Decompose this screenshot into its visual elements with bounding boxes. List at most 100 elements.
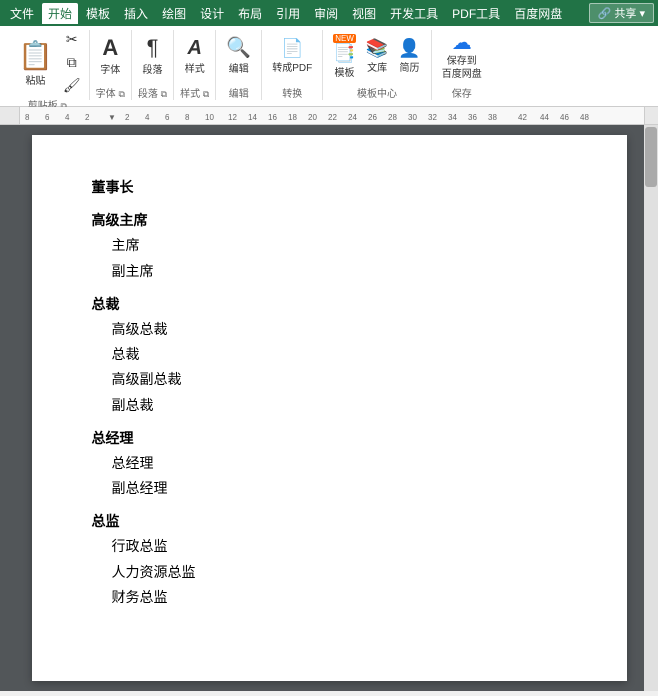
pdf-label: 转成PDF — [272, 59, 312, 74]
ruler-mark-4: 4 — [145, 113, 149, 122]
convert-buttons: 📄 转成PDF — [268, 30, 316, 83]
ruler-mark-neg6: 6 — [45, 113, 49, 122]
document-page[interactable]: 董事长 高级主席 主席 副主席 总裁 高级总裁 总裁 高级副总裁 副总裁 总经理… — [32, 135, 627, 681]
document-content: 董事长 高级主席 主席 副主席 总裁 高级总裁 总裁 高级副总裁 副总裁 总经理… — [92, 175, 567, 610]
share-button[interactable]: 🔗 共享 ▾ — [589, 3, 654, 23]
paragraph-group-label: 段落 ⧉ — [138, 85, 167, 100]
template-label: 模板 — [335, 64, 355, 79]
paste-button[interactable]: 📋 粘贴 — [12, 35, 59, 91]
menu-devtools[interactable]: 开发工具 — [384, 3, 444, 24]
menu-home[interactable]: 开始 — [42, 3, 78, 24]
format-painter-button[interactable]: 🖌 — [61, 76, 83, 95]
paragraph-icon: ¶ — [147, 37, 159, 59]
font-icon: A — [102, 37, 118, 59]
ruler-right — [644, 107, 658, 124]
item-vp: 副总裁 — [92, 393, 567, 418]
item-gm: 总经理 — [92, 451, 567, 476]
ruler-mark-22: 22 — [328, 113, 337, 122]
menu-review[interactable]: 审阅 — [308, 3, 344, 24]
template-button[interactable]: NEW 📑 模板 — [329, 31, 360, 83]
style-button[interactable]: A 样式 — [181, 31, 209, 83]
item-finance-supervisor: 财务总监 — [92, 585, 567, 610]
heading-gm: 总经理 — [92, 426, 567, 451]
menu-baidu[interactable]: 百度网盘 — [508, 3, 568, 24]
save-cloud-button[interactable]: ☁ 保存到百度网盘 — [438, 31, 486, 83]
menu-bar: 文件 开始 模板 插入 绘图 设计 布局 引用 审阅 视图 开发工具 PDF工具… — [0, 0, 658, 26]
menu-view[interactable]: 视图 — [346, 3, 382, 24]
paragraph-group: ¶ 段落 段落 ⧉ — [132, 30, 174, 100]
heading-chairman: 董事长 — [92, 175, 567, 200]
template-buttons: NEW 📑 模板 📚 文库 👤 简历 — [329, 30, 425, 83]
ruler-mark-42: 42 — [518, 113, 527, 122]
ruler-mark-neg2: 2 — [85, 113, 89, 122]
ruler-mark-neg8: 8 — [25, 113, 29, 122]
item-president: 总裁 — [92, 342, 567, 367]
heading-supervisor: 总监 — [92, 509, 567, 534]
ruler-mark-2: 2 — [125, 113, 129, 122]
ruler: 8 6 4 2 ▼ 2 4 6 8 10 12 14 16 18 20 22 2… — [0, 107, 658, 125]
document-area[interactable]: 董事长 高级主席 主席 副主席 总裁 高级总裁 总裁 高级副总裁 副总裁 总经理… — [0, 125, 658, 691]
ruler-mark-34: 34 — [448, 113, 457, 122]
ruler-scale: 8 6 4 2 ▼ 2 4 6 8 10 12 14 16 18 20 22 2… — [20, 107, 644, 124]
save-group-label: 保存 — [452, 85, 472, 100]
font-button[interactable]: A 字体 — [96, 31, 124, 83]
item-deputy-gm: 副总经理 — [92, 476, 567, 501]
style-group-label: 样式 ⧉ — [180, 85, 209, 100]
menu-file[interactable]: 文件 — [4, 3, 40, 24]
edit-buttons: 🔍 编辑 — [222, 30, 255, 83]
ruler-mark-16: 16 — [268, 113, 277, 122]
style-buttons: A 样式 — [181, 30, 209, 83]
item-admin-supervisor: 行政总监 — [92, 534, 567, 559]
menu-template[interactable]: 模板 — [80, 3, 116, 24]
template-group: NEW 📑 模板 📚 文库 👤 简历 模板中心 — [323, 30, 432, 100]
cut-button[interactable]: ✂ — [61, 30, 83, 49]
convert-group-label: 转换 — [282, 85, 302, 100]
ruler-mark-8: 8 — [185, 113, 189, 122]
convert-group: 📄 转成PDF 转换 — [262, 30, 323, 100]
menu-insert[interactable]: 插入 — [118, 3, 154, 24]
font-buttons: A 字体 — [96, 30, 124, 83]
edit-group-label: 编辑 — [229, 85, 249, 100]
save-cloud-icon: ☁ — [452, 33, 472, 53]
ruler-mark-neg4: 4 — [65, 113, 69, 122]
save-group: ☁ 保存到百度网盘 保存 — [432, 30, 492, 100]
ruler-mark-46: 46 — [560, 113, 569, 122]
ruler-corner — [0, 107, 20, 124]
ruler-mark-12: 12 — [228, 113, 237, 122]
library-icon: 📚 — [366, 39, 388, 57]
item-chairman: 主席 — [92, 233, 567, 258]
library-button[interactable]: 📚 文库 — [362, 31, 392, 83]
template-icon: 📑 — [333, 44, 355, 62]
to-pdf-button[interactable]: 📄 转成PDF — [268, 31, 316, 83]
pdf-icon: 📄 — [281, 39, 303, 57]
scroll-thumb[interactable] — [645, 127, 657, 187]
menu-pdf[interactable]: PDF工具 — [446, 3, 506, 24]
copy-button[interactable]: ⧉ — [61, 53, 83, 72]
ruler-mark-26: 26 — [368, 113, 377, 122]
menu-draw[interactable]: 绘图 — [156, 3, 192, 24]
ruler-mark-20: 20 — [308, 113, 317, 122]
clipboard-group: 📋 粘贴 ✂ ⧉ 🖌 剪贴板 ⧉ — [6, 30, 90, 100]
ruler-mark-38: 38 — [488, 113, 497, 122]
menu-design[interactable]: 设计 — [194, 3, 230, 24]
save-cloud-label: 保存到百度网盘 — [442, 55, 482, 81]
style-label: 样式 — [185, 60, 205, 75]
library-label: 文库 — [367, 59, 387, 74]
cut-icon: ✂ — [66, 31, 78, 48]
menu-reference[interactable]: 引用 — [270, 3, 306, 24]
clipboard-buttons: 📋 粘贴 ✂ ⧉ 🖌 — [12, 30, 83, 95]
edit-button[interactable]: 🔍 编辑 — [222, 31, 255, 83]
ruler-mark-30: 30 — [408, 113, 417, 122]
paste-label: 粘贴 — [25, 72, 45, 87]
paragraph-button[interactable]: ¶ 段落 — [138, 31, 166, 83]
resume-button[interactable]: 👤 简历 — [394, 31, 424, 83]
menu-layout[interactable]: 布局 — [232, 3, 268, 24]
item-vice-chairman: 副主席 — [92, 259, 567, 284]
scrollbar[interactable] — [644, 125, 658, 691]
toolbar-area: 📋 粘贴 ✂ ⧉ 🖌 剪贴板 ⧉ — [0, 26, 658, 106]
heading-president: 总裁 — [92, 292, 567, 317]
ruler-mark-6: 6 — [165, 113, 169, 122]
format-painter-icon: 🖌 — [63, 77, 81, 94]
edit-group: 🔍 编辑 编辑 — [216, 30, 262, 100]
ruler-mark-28: 28 — [388, 113, 397, 122]
